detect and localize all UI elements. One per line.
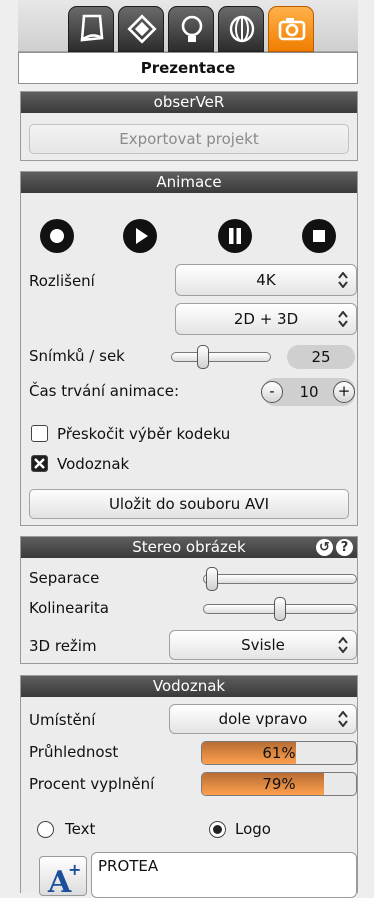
- logo-radio[interactable]: [209, 821, 226, 838]
- watermark-panel: Vodoznak Umístění dole vpravo Průhlednos…: [20, 675, 358, 898]
- checkmark-icon: [34, 458, 45, 469]
- skip-codec-checkbox[interactable]: [31, 425, 48, 442]
- resolution-label: Rozlišení: [29, 272, 95, 290]
- export-project-button[interactable]: Exportovat projekt: [29, 124, 349, 154]
- logo-option-label: Logo: [235, 820, 271, 838]
- stereo-mode-value: Svisle: [241, 636, 285, 654]
- tab-shell[interactable]: [218, 6, 264, 52]
- stereo-mode-select[interactable]: Svisle: [169, 630, 357, 660]
- svg-text:+: +: [68, 860, 81, 879]
- camera-icon: [278, 18, 306, 41]
- document-icon: [80, 14, 104, 42]
- font-icon: A +: [47, 860, 81, 895]
- fps-slider[interactable]: [171, 352, 271, 362]
- colinearity-slider-thumb[interactable]: [274, 597, 286, 621]
- shell-icon: [229, 15, 255, 43]
- duration-label: Čas trvání animace:: [29, 382, 180, 400]
- opacity-label: Průhlednost: [29, 743, 119, 761]
- separation-slider-thumb[interactable]: [205, 567, 218, 591]
- chevron-updown-icon: [338, 711, 348, 727]
- watermark-label: Vodoznak: [57, 455, 130, 473]
- stop-icon[interactable]: [301, 218, 337, 254]
- save-avi-button[interactable]: Uložit do souboru AVI: [29, 489, 349, 519]
- separation-slider[interactable]: [203, 574, 357, 584]
- fps-slider-thumb[interactable]: [197, 345, 210, 369]
- tab-lightbulb[interactable]: [168, 6, 214, 52]
- stereo-title: Stereo obrázek: [132, 538, 246, 556]
- font-button[interactable]: A +: [39, 856, 87, 896]
- skip-codec-label: Přeskočit výběr kodeku: [57, 425, 231, 443]
- fill-label: Procent vyplnění: [29, 775, 155, 793]
- opacity-bar[interactable]: 61%: [201, 741, 357, 765]
- stereo-panel: Stereo obrázek ↺ ? Separace Kolinearita …: [20, 536, 358, 664]
- watermark-text-value: PROTEA: [98, 857, 159, 875]
- pause-icon[interactable]: [217, 218, 253, 254]
- text-radio[interactable]: [37, 821, 54, 838]
- colinearity-label: Kolinearita: [29, 599, 109, 617]
- placement-value: dole vpravo: [218, 710, 308, 728]
- opacity-value: 61%: [262, 744, 296, 762]
- chevron-updown-icon: [338, 637, 348, 653]
- mode-select[interactable]: 2D + 3D: [175, 303, 357, 335]
- chevron-updown-icon: [338, 272, 348, 288]
- fps-value: 25: [287, 345, 355, 369]
- fps-label: Snímků / sek: [29, 347, 125, 365]
- duration-value: 10: [299, 383, 319, 401]
- placement-select[interactable]: dole vpravo: [169, 704, 357, 734]
- resolution-select[interactable]: 4K: [175, 264, 357, 296]
- record-icon[interactable]: [39, 218, 75, 254]
- logo-radio-dot: [213, 825, 222, 834]
- watermark-title: Vodoznak: [21, 676, 357, 697]
- separation-label: Separace: [29, 569, 100, 587]
- watermark-checkbox[interactable]: [31, 455, 48, 472]
- mode-value: 2D + 3D: [233, 310, 299, 328]
- tab-camera[interactable]: [268, 6, 314, 52]
- placement-label: Umístění: [29, 711, 96, 729]
- animation-title: Animace: [21, 172, 357, 193]
- fill-percent-bar[interactable]: 79%: [201, 772, 357, 796]
- animation-panel: Animace Rozlišení 4K 2D + 3D Snímků / se…: [20, 171, 358, 526]
- watermark-text-input[interactable]: PROTEA: [91, 852, 357, 898]
- lightbulb-icon: [181, 15, 203, 42]
- layers-icon: [127, 14, 157, 44]
- fill-percent-value: 79%: [262, 775, 296, 793]
- stereo-mode-label: 3D režim: [29, 637, 97, 655]
- help-icon[interactable]: ?: [336, 539, 353, 556]
- reset-icon[interactable]: ↺: [316, 539, 333, 556]
- resolution-value: 4K: [256, 271, 276, 289]
- top-toolbar: [18, 0, 358, 52]
- tab-layers[interactable]: [118, 6, 164, 52]
- play-icon[interactable]: [122, 218, 158, 254]
- observer-panel: obserVeR Exportovat projekt: [20, 91, 358, 161]
- tab-document[interactable]: [68, 6, 114, 52]
- duration-increment-button[interactable]: +: [333, 381, 355, 403]
- stereo-header: Stereo obrázek ↺ ?: [21, 537, 357, 558]
- page-title: Prezentace: [18, 52, 358, 84]
- duration-decrement-button[interactable]: -: [261, 381, 283, 403]
- chevron-updown-icon: [338, 311, 348, 327]
- text-option-label: Text: [65, 820, 96, 838]
- observer-title: obserVeR: [21, 92, 357, 113]
